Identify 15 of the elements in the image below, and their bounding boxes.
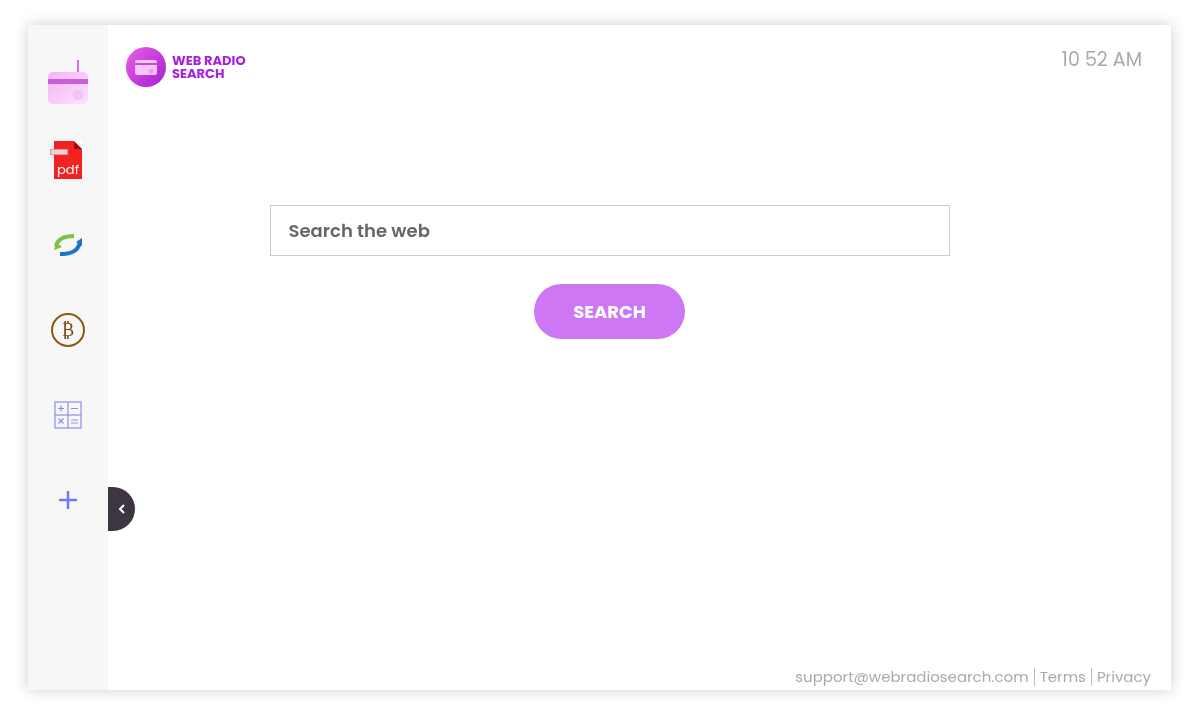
search-field[interactable]: Search the web xyxy=(269,205,950,256)
footer-link[interactable]: Privacy xyxy=(1096,665,1151,688)
footer-link[interactable]: support@webradiosearch.com xyxy=(795,665,1029,688)
logo-text: WEB RADIO xyxy=(172,54,246,67)
collapse-button[interactable] xyxy=(108,487,135,531)
footer-link[interactable]: Terms xyxy=(1039,665,1086,688)
logo-icon xyxy=(126,47,166,87)
clock: 10 52 AM xyxy=(1061,46,1142,75)
bitcoin-icon[interactable]: ₿ xyxy=(51,312,85,347)
radio-icon[interactable] xyxy=(46,58,90,106)
logo-text: SEARCH xyxy=(172,67,225,80)
calculator-icon[interactable] xyxy=(54,400,82,429)
search-button[interactable]: SEARCH xyxy=(534,284,685,339)
plus-icon[interactable] xyxy=(59,490,77,509)
chevron-left-icon xyxy=(117,503,126,515)
